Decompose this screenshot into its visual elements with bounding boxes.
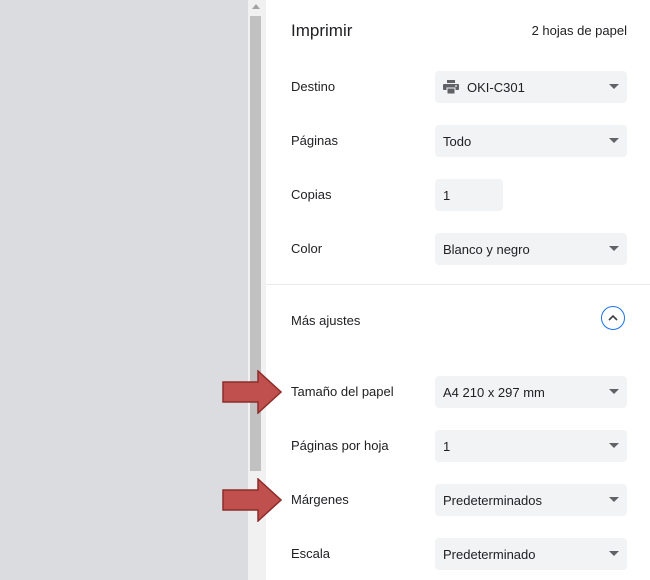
paper-size-value: A4 210 x 297 mm: [443, 384, 545, 400]
margins-value: Predeterminados: [443, 492, 542, 508]
pages-per-sheet-label: Páginas por hoja: [291, 438, 389, 453]
margins-label: Márgenes: [291, 492, 349, 507]
dropdown-caret-icon: [609, 84, 619, 89]
pages-per-sheet-select[interactable]: 1: [435, 430, 627, 462]
copies-label: Copias: [291, 187, 332, 202]
scale-select[interactable]: Predeterminado: [435, 538, 627, 570]
more-settings-label[interactable]: Más ajustes: [291, 313, 360, 328]
copies-value: 1: [443, 187, 451, 203]
dropdown-caret-icon: [609, 551, 619, 556]
copies-input[interactable]: 1: [435, 179, 503, 211]
print-settings-panel: Imprimir 2 hojas de papel Destino OKI-C3…: [266, 0, 650, 580]
paper-size-label: Tamaño del papel: [291, 384, 394, 399]
sheet-count: 2 hojas de papel: [531, 23, 627, 38]
dropdown-caret-icon: [609, 389, 619, 394]
destination-label: Destino: [291, 79, 336, 94]
pages-label: Páginas: [291, 133, 338, 148]
color-label: Color: [291, 241, 323, 256]
page-title: Imprimir: [291, 21, 353, 40]
section-divider: [266, 284, 650, 285]
scale-label: Escala: [291, 546, 331, 561]
scale-value: Predeterminado: [443, 546, 536, 562]
dropdown-caret-icon: [609, 497, 619, 502]
more-settings-toggle-button[interactable]: [601, 306, 625, 330]
destination-select[interactable]: OKI-C301: [435, 71, 627, 103]
pages-value: Todo: [443, 133, 472, 149]
color-value: Blanco y negro: [443, 241, 530, 257]
chevron-up-icon: [608, 314, 618, 321]
destination-value: OKI-C301: [467, 79, 525, 95]
pages-select[interactable]: Todo: [435, 125, 627, 157]
dropdown-caret-icon: [609, 246, 619, 251]
printer-icon: [443, 80, 459, 94]
annotation-arrow-icon: [222, 370, 282, 414]
margins-select[interactable]: Predeterminados: [435, 484, 627, 516]
dropdown-caret-icon: [609, 443, 619, 448]
pages-per-sheet-value: 1: [443, 438, 451, 454]
color-select[interactable]: Blanco y negro: [435, 233, 627, 265]
paper-size-select[interactable]: A4 210 x 297 mm: [435, 376, 627, 408]
annotation-arrow-icon: [222, 478, 282, 522]
dropdown-caret-icon: [609, 138, 619, 143]
scroll-up-arrow-icon[interactable]: [252, 4, 260, 9]
print-preview-area: [0, 0, 248, 580]
